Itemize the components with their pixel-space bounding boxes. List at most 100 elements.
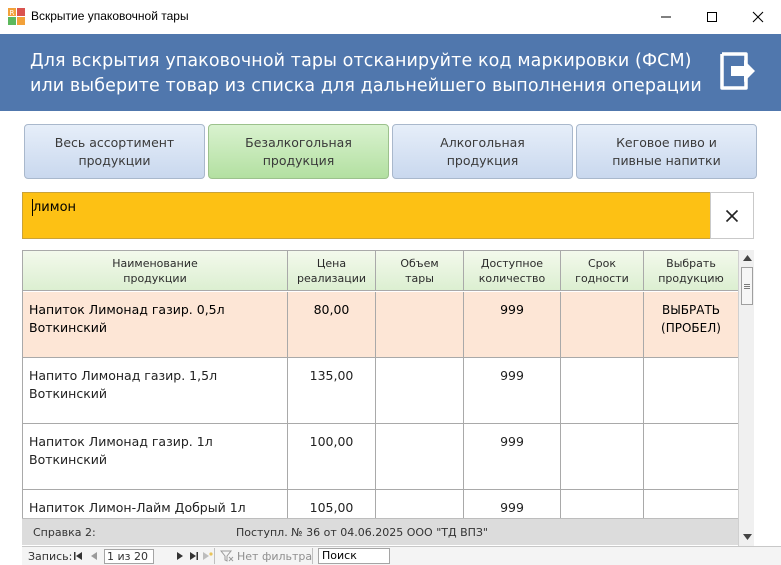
column-header-expiry[interactable]: Срок годности xyxy=(561,251,644,291)
help-label: Справка 2: xyxy=(33,526,96,539)
first-record-icon xyxy=(74,552,82,560)
scroll-down-button[interactable] xyxy=(739,529,755,545)
maximize-button[interactable] xyxy=(689,0,735,34)
column-header-volume[interactable]: Объем тары xyxy=(376,251,464,291)
cell-name: Напито Лимонад газир. 1,5л Воткинский xyxy=(23,358,288,424)
cell-expiry xyxy=(561,490,644,518)
cell-quantity: 999 xyxy=(464,292,561,358)
column-header-select[interactable]: Выбрать продукцию xyxy=(644,251,738,291)
table-row[interactable]: Напиток Лимонад газир. 0,5л Воткинский 8… xyxy=(23,292,738,358)
exit-door-arrow-icon xyxy=(720,52,755,90)
search-value: лимон xyxy=(33,200,77,215)
cell-expiry xyxy=(561,358,644,424)
cell-expiry xyxy=(561,424,644,490)
record-label: Запись: xyxy=(28,550,73,563)
record-number-field[interactable]: 1 из 20 xyxy=(104,549,154,564)
cell-volume xyxy=(376,358,464,424)
window-title: Вскрытие упаковочной тары xyxy=(31,9,189,23)
next-record-icon xyxy=(177,552,183,560)
table-row[interactable]: Напиток Лимон-Лайм Добрый 1л 105,00 999 xyxy=(23,490,738,518)
product-price: 105,00 xyxy=(309,500,354,515)
cell-volume xyxy=(376,490,464,518)
table-row[interactable]: Напиток Лимонад газир. 1л Воткинский 100… xyxy=(23,424,738,490)
instruction-text: Для вскрытия упаковочной тары отсканируй… xyxy=(30,49,710,99)
vertical-scrollbar[interactable] xyxy=(738,250,754,547)
table-header: Наименование продукции Цена реализации О… xyxy=(23,251,738,291)
product-quantity: 999 xyxy=(500,434,524,449)
cell-quantity: 999 xyxy=(464,358,561,424)
new-record-button[interactable] xyxy=(202,549,214,563)
navigator-separator xyxy=(214,548,215,564)
product-name: Напиток Лимон-Лайм Добрый 1л xyxy=(29,500,246,515)
svg-text:R: R xyxy=(10,9,15,17)
scroll-up-button[interactable] xyxy=(739,250,755,266)
record-search-input[interactable]: Поиск xyxy=(318,548,390,564)
close-window-button[interactable] xyxy=(735,0,781,34)
maximize-icon xyxy=(707,12,717,22)
product-name: Напито Лимонад газир. 1,5л Воткинский xyxy=(29,368,218,401)
first-record-button[interactable] xyxy=(72,549,84,563)
exit-button[interactable] xyxy=(718,50,758,92)
category-label: Алкогольная продукция xyxy=(440,134,525,168)
table-row[interactable]: Напито Лимонад газир. 1,5л Воткинский 13… xyxy=(23,358,738,424)
cell-price: 135,00 xyxy=(288,358,376,424)
cell-name: Напиток Лимон-Лайм Добрый 1л xyxy=(23,490,288,518)
cell-expiry xyxy=(561,292,644,358)
new-record-icon xyxy=(203,552,213,560)
product-quantity: 999 xyxy=(500,368,524,383)
arrow-down-icon xyxy=(742,534,752,540)
minimize-icon xyxy=(661,16,671,18)
instruction-line-2: или выберите товар из списка для дальней… xyxy=(30,76,702,96)
record-navigator: Запись: 1 из 20 Нет фильтра Поиск xyxy=(22,546,781,565)
category-label: Безалкогольная продукция xyxy=(245,134,352,168)
info-strip: Справка 2: Поступл. № 36 от 04.06.2025 О… xyxy=(22,518,738,545)
previous-record-icon xyxy=(91,552,97,560)
select-product-button[interactable]: ВЫБРАТЬ (ПРОБЕЛ) xyxy=(644,292,738,358)
close-icon xyxy=(725,209,739,222)
cell-volume xyxy=(376,424,464,490)
category-keg-beer-button[interactable]: Кеговое пиво и пивные напитки xyxy=(576,124,757,179)
filter-status[interactable]: Нет фильтра xyxy=(237,550,312,563)
products-table: Наименование продукции Цена реализации О… xyxy=(22,250,738,518)
select-label: ВЫБРАТЬ (ПРОБЕЛ) xyxy=(661,303,721,335)
product-name: Напиток Лимонад газир. 0,5л Воткинский xyxy=(29,302,225,335)
cell-name: Напиток Лимонад газир. 0,5л Воткинский xyxy=(23,292,288,358)
close-icon xyxy=(752,11,764,23)
receipt-info: Поступл. № 36 от 04.06.2025 ООО "ТД ВПЗ" xyxy=(236,526,488,539)
cell-quantity: 999 xyxy=(464,424,561,490)
next-record-button[interactable] xyxy=(174,549,186,563)
app-icon: R xyxy=(8,8,25,25)
minimize-button[interactable] xyxy=(643,0,689,34)
cell-price: 105,00 xyxy=(288,490,376,518)
category-alcoholic-button[interactable]: Алкогольная продукция xyxy=(392,124,573,179)
select-product-button[interactable] xyxy=(644,490,738,518)
select-product-button[interactable] xyxy=(644,424,738,490)
navigator-separator xyxy=(312,548,313,564)
column-header-quantity[interactable]: Доступное количество xyxy=(464,251,561,291)
clear-search-button[interactable] xyxy=(710,192,754,239)
product-price: 135,00 xyxy=(309,368,354,383)
cell-price: 100,00 xyxy=(288,424,376,490)
category-all-products-button[interactable]: Весь ассортимент продукции xyxy=(24,124,205,179)
search-input[interactable]: лимон xyxy=(22,192,711,239)
last-record-icon xyxy=(190,552,198,560)
column-header-name[interactable]: Наименование продукции xyxy=(23,251,288,291)
last-record-button[interactable] xyxy=(188,549,200,563)
category-label: Кеговое пиво и пивные напитки xyxy=(612,134,721,168)
filter-icon xyxy=(220,550,234,562)
title-bar: R Вскрытие упаковочной тары xyxy=(0,0,781,34)
cell-quantity: 999 xyxy=(464,490,561,518)
product-price: 100,00 xyxy=(309,434,354,449)
product-quantity: 999 xyxy=(500,500,524,515)
scrollbar-thumb[interactable] xyxy=(741,267,753,305)
instruction-banner: Для вскрытия упаковочной тары отсканируй… xyxy=(0,34,781,111)
arrow-up-icon xyxy=(742,255,752,261)
cell-price: 80,00 xyxy=(288,292,376,358)
column-header-price[interactable]: Цена реализации xyxy=(288,251,376,291)
cell-name: Напиток Лимонад газир. 1л Воткинский xyxy=(23,424,288,490)
product-name: Напиток Лимонад газир. 1л Воткинский xyxy=(29,434,213,467)
category-label: Весь ассортимент продукции xyxy=(54,134,175,168)
select-product-button[interactable] xyxy=(644,358,738,424)
previous-record-button[interactable] xyxy=(88,549,100,563)
category-non-alcoholic-button[interactable]: Безалкогольная продукция xyxy=(208,124,389,179)
